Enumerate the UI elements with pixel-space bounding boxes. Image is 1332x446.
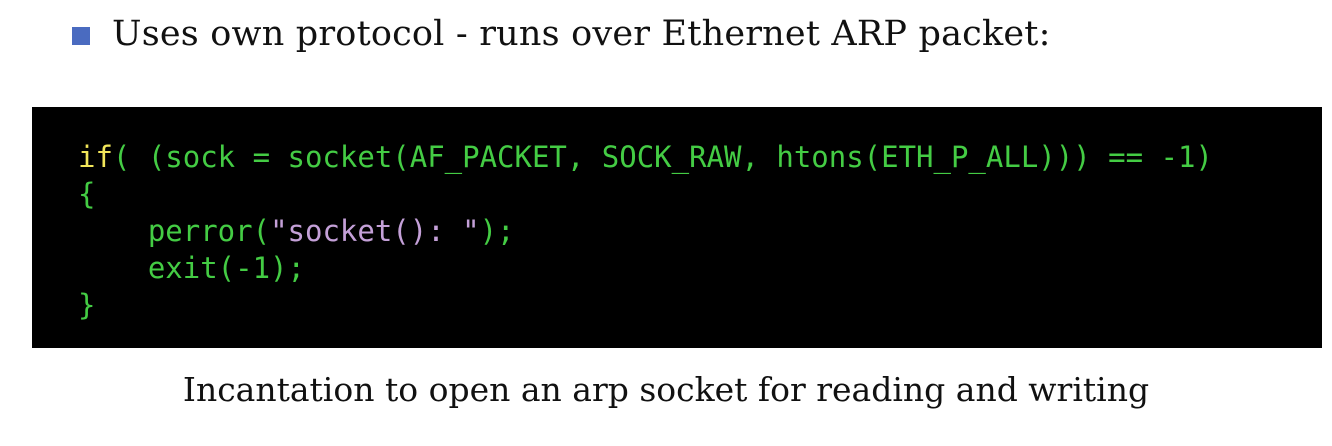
code-token: "socket(): " [270, 214, 480, 248]
code-token: exit(-1); [78, 251, 305, 285]
code-line: exit(-1); [78, 250, 1213, 287]
code-line: if( (sock = socket(AF_PACKET, SOCK_RAW, … [78, 139, 1213, 176]
square-bullet-icon [72, 27, 90, 45]
code-line: { [78, 176, 1213, 213]
code-token: ); [479, 214, 515, 248]
code-line: perror("socket(): "); [78, 213, 1213, 250]
code-token: } [78, 288, 96, 322]
code-token: perror( [78, 214, 271, 248]
code-line: } [78, 287, 1213, 324]
code-token: if [78, 140, 113, 174]
code-block: if( (sock = socket(AF_PACKET, SOCK_RAW, … [32, 107, 1322, 348]
code-token: { [78, 177, 96, 211]
figure-caption: Incantation to open an arp socket for re… [182, 370, 1150, 409]
code-token: ( (sock = socket(AF_PACKET, SOCK_RAW, ht… [112, 140, 1213, 174]
code-listing: if( (sock = socket(AF_PACKET, SOCK_RAW, … [78, 139, 1213, 324]
bullet-text: Uses own protocol - runs over Ethernet A… [112, 14, 1051, 54]
bullet-item: Uses own protocol - runs over Ethernet A… [72, 14, 1051, 54]
